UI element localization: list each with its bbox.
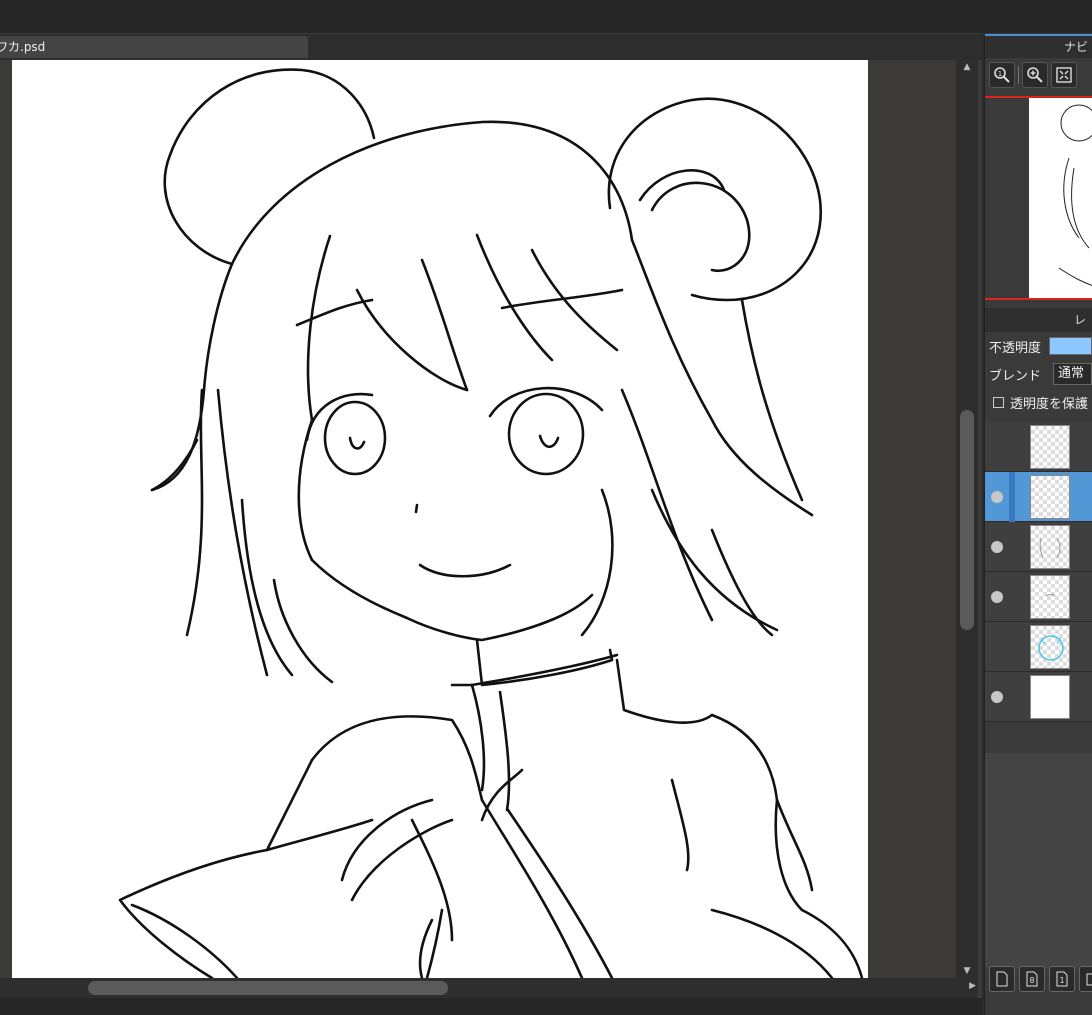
right-panel: ナビ 1 レ 不透明度 ブレンド 通常 透明度を保護 8 1	[984, 34, 1092, 1015]
opacity-slider[interactable]	[1049, 337, 1092, 355]
zoom-in-icon[interactable]	[1022, 62, 1048, 88]
vertical-scroll-thumb[interactable]	[960, 410, 974, 630]
navigator-toolbar: 1	[985, 58, 1092, 92]
blend-label: ブレンド	[989, 368, 1042, 384]
svg-text:1: 1	[998, 70, 1002, 78]
layer-panel-title: レ	[985, 308, 1092, 332]
visibility-eye-icon[interactable]	[991, 691, 1003, 703]
navigator-view-frame-top	[985, 96, 1092, 98]
layer-selection-marker	[1009, 472, 1015, 522]
layer-thumbnail	[1030, 675, 1070, 719]
layer-folder-icon[interactable]	[1079, 966, 1092, 992]
fit-screen-icon[interactable]	[1051, 62, 1077, 88]
svg-text:1: 1	[1059, 976, 1064, 985]
document-tab-strip: ワカ.psd	[0, 34, 982, 60]
opacity-label: 不透明度	[989, 340, 1042, 356]
blend-mode-value: 通常	[1058, 366, 1085, 381]
protect-alpha-row: 透明度を保護	[985, 388, 1092, 416]
document-area: ワカ.psd ▲ ▼ ▶	[0, 34, 982, 1015]
zoom-100-icon[interactable]: 1	[989, 62, 1015, 88]
drawing-canvas[interactable]	[12, 60, 868, 978]
scroll-right-icon[interactable]: ▶	[969, 981, 976, 991]
new-layer-icon[interactable]	[989, 966, 1015, 992]
blend-mode-select[interactable]: 通常	[1053, 363, 1092, 385]
layer-item[interactable]	[985, 672, 1092, 722]
navigator-thumbnail	[1029, 98, 1092, 298]
layer-item[interactable]	[985, 422, 1092, 472]
status-bar	[0, 998, 982, 1015]
protect-alpha-label: 透明度を保護	[1010, 396, 1089, 412]
line-art-drawing	[118, 68, 864, 978]
layer-item-selected[interactable]	[985, 472, 1092, 522]
document-tab-title: ワカ.psd	[0, 40, 46, 54]
layer-item[interactable]	[985, 522, 1092, 572]
navigator-preview[interactable]	[985, 92, 1092, 304]
layer-thumbnail	[1030, 625, 1070, 669]
navigator-title: ナビ	[985, 34, 1092, 58]
layer-list	[985, 422, 1092, 722]
visibility-eye-icon[interactable]	[991, 541, 1003, 553]
scroll-up-icon[interactable]: ▲	[956, 60, 978, 74]
layer-thumbnail	[1030, 425, 1070, 469]
blend-row: ブレンド 通常	[985, 360, 1092, 388]
scroll-down-icon[interactable]: ▼	[956, 964, 978, 978]
layer-list-empty-area	[985, 753, 1092, 969]
layer-thumbnail	[1030, 575, 1070, 619]
navigator-view-frame-bottom	[985, 298, 1092, 300]
visibility-eye-icon[interactable]	[991, 491, 1003, 503]
layer-thumbnail	[1030, 475, 1070, 519]
svg-text:8: 8	[1029, 976, 1034, 985]
menu-bar	[0, 0, 1092, 34]
visibility-eye-icon[interactable]	[991, 591, 1003, 603]
protect-alpha-checkbox[interactable]	[993, 396, 1004, 408]
toolbar-separator	[1018, 66, 1019, 84]
layer-item[interactable]	[985, 572, 1092, 622]
horizontal-scroll-thumb[interactable]	[88, 981, 448, 995]
horizontal-scrollbar[interactable]: ▶	[0, 978, 978, 998]
document-tab[interactable]: ワカ.psd	[0, 36, 308, 58]
layer-thumbnail	[1030, 525, 1070, 569]
vertical-scrollbar[interactable]: ▲ ▼	[956, 60, 978, 978]
layer-item[interactable]	[985, 622, 1092, 672]
layer-buttons: 8 1	[989, 966, 1092, 992]
opacity-row: 不透明度	[985, 332, 1092, 360]
new-1bit-layer-icon[interactable]: 1	[1049, 966, 1075, 992]
new-8bit-layer-icon[interactable]: 8	[1019, 966, 1045, 992]
